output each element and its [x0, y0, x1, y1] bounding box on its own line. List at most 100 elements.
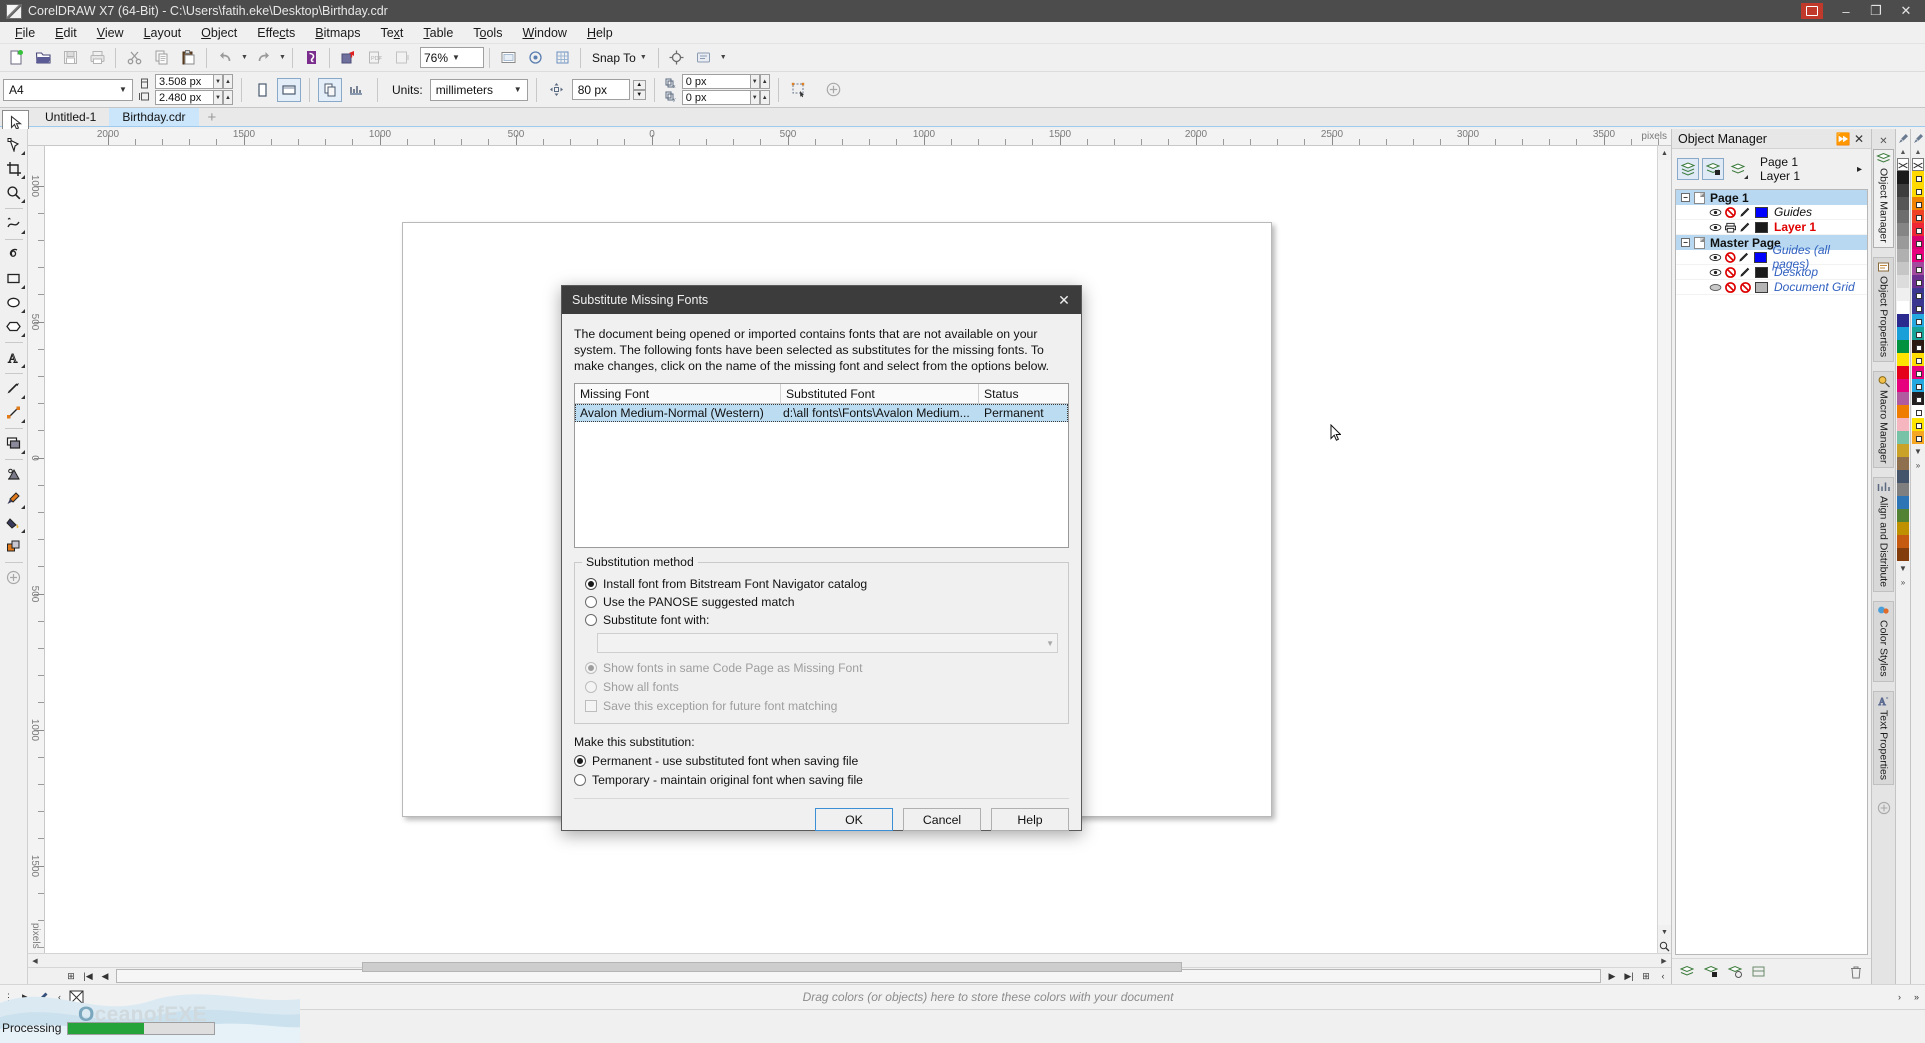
palette1-swatch[interactable] [1897, 340, 1909, 353]
scroll-up-button[interactable]: ▲ [1658, 146, 1671, 160]
duplicate-x-down[interactable]: ▼ [750, 74, 760, 89]
export-button[interactable] [335, 46, 361, 70]
tree-group-page-1[interactable]: −Page 1 [1676, 190, 1867, 205]
layer-row-guides-all-pages-[interactable]: Guides (all pages) [1676, 250, 1867, 265]
column-header-missing-font[interactable]: Missing Font [575, 384, 781, 403]
minimize-button[interactable]: – [1831, 1, 1861, 22]
rail-close-icon[interactable]: ✕ [1873, 133, 1895, 149]
palette1-swatch[interactable] [1897, 275, 1909, 288]
palette2-swatch[interactable] [1912, 210, 1924, 223]
expander-icon[interactable]: − [1681, 193, 1690, 202]
docker-tab-object-properties[interactable]: Object Properties [1873, 257, 1894, 362]
duplicate-y-up[interactable]: ▲ [760, 90, 770, 105]
palette1-swatch[interactable] [1897, 327, 1909, 340]
palette2-swatch[interactable] [1912, 223, 1924, 236]
document-tab-birthday-cdr[interactable]: Birthday.cdr [109, 108, 198, 126]
close-button[interactable]: ✕ [1891, 1, 1921, 22]
nudge-distance-input[interactable]: 80 px [572, 79, 630, 100]
palette1-swatch[interactable] [1897, 210, 1909, 223]
palette1-swatch[interactable] [1897, 405, 1909, 418]
layer-color-swatch[interactable] [1755, 282, 1768, 293]
palette1-swatch[interactable] [1897, 301, 1909, 314]
palette2-swatch[interactable] [1912, 340, 1924, 353]
duplicate-y-input[interactable]: 0 px [682, 90, 750, 105]
palette2-swatch[interactable] [1912, 197, 1924, 210]
docker-layer-properties-button[interactable] [1725, 962, 1745, 982]
palette1-swatch[interactable] [1897, 171, 1909, 184]
palette1-swatch[interactable] [1897, 496, 1909, 509]
palette1-swatch[interactable] [1897, 548, 1909, 561]
document-palette[interactable]: ⋮ ▶ ‹ Drag colors (or objects) here to s… [0, 984, 1925, 1009]
scroll-down-button[interactable]: ▼ [1658, 925, 1671, 939]
publish-to-pdf-button[interactable]: PDF [362, 46, 388, 70]
palette1-swatch[interactable] [1897, 379, 1909, 392]
menu-item-window[interactable]: Window [512, 23, 576, 43]
color-palette-2[interactable]: ▲▼» [1910, 129, 1925, 984]
palette1-swatch[interactable] [1897, 236, 1909, 249]
layer-row-document-grid[interactable]: Document Grid [1676, 280, 1867, 295]
help-button[interactable]: Help [991, 808, 1069, 831]
palette1-swatch[interactable] [1897, 184, 1909, 197]
full-screen-preview-button[interactable] [495, 46, 521, 70]
radio-panose-match[interactable]: Use the PANOSE suggested match [585, 593, 1058, 611]
menu-item-view[interactable]: View [87, 23, 134, 43]
collapse-docker-icon[interactable]: ⏩ [1835, 132, 1851, 146]
docker-tab-color-styles[interactable]: Color Styles [1873, 601, 1894, 682]
palette1-expand[interactable]: » [1896, 575, 1910, 589]
page-height-up[interactable]: ▲ [223, 90, 233, 105]
palette1-swatch[interactable] [1897, 444, 1909, 457]
scroll-left-button[interactable]: ◀ [28, 954, 42, 968]
close-docker-icon[interactable]: ✕ [1851, 132, 1867, 146]
palette2-swatch[interactable] [1912, 288, 1924, 301]
undo-button[interactable] [212, 46, 238, 70]
last-page-icon[interactable]: ▶| [1621, 969, 1637, 984]
menu-item-text[interactable]: Text [370, 23, 413, 43]
vertical-ruler[interactable]: pixels 10005000500100015002000 [28, 146, 45, 953]
palette1-no-color-swatch[interactable] [1897, 158, 1909, 171]
palette2-swatch[interactable] [1912, 262, 1924, 275]
palette2-swatch[interactable] [1912, 249, 1924, 262]
duplicate-x-up[interactable]: ▲ [760, 74, 770, 89]
horizontal-scrollbar[interactable]: ◀ ▶ [28, 953, 1671, 967]
tool-quick-customize[interactable] [2, 566, 26, 589]
palette2-swatch[interactable] [1912, 431, 1924, 444]
layer-color-swatch[interactable] [1755, 267, 1768, 278]
radio-install-font-bitstream[interactable]: Install font from Bitstream Font Navigat… [585, 575, 1058, 593]
layer-color-swatch[interactable] [1755, 222, 1768, 233]
prev-page-icon[interactable]: ◀ [97, 969, 113, 984]
close-icon[interactable]: ✕ [1049, 287, 1079, 313]
quick-customize-button[interactable] [822, 78, 846, 102]
palette1-swatch[interactable] [1897, 457, 1909, 470]
orientation-portrait-button[interactable] [250, 78, 274, 102]
tool-polygon[interactable] [2, 315, 26, 338]
menu-item-edit[interactable]: Edit [45, 23, 87, 43]
zoom-to-fit-button[interactable] [1658, 939, 1671, 953]
radio-substitute-font-with[interactable]: Substitute font with: [585, 611, 1058, 629]
palette1-scroll-down[interactable]: ▼ [1896, 561, 1910, 575]
menu-item-table[interactable]: Table [413, 23, 463, 43]
palette2-swatch[interactable] [1912, 314, 1924, 327]
tool-straight-line-connector[interactable] [2, 401, 26, 424]
page-height-input[interactable]: 2.480 px [155, 90, 213, 105]
tool-ellipse[interactable] [2, 291, 26, 314]
palette1-swatch[interactable] [1897, 288, 1909, 301]
palette1-swatch[interactable] [1897, 262, 1909, 275]
prev-icon[interactable]: ‹ [51, 987, 68, 1007]
current-page-button[interactable] [345, 78, 369, 102]
palette1-swatch[interactable] [1897, 483, 1909, 496]
docker-tab-align-and-distribute[interactable]: Align and Distribute [1873, 477, 1894, 592]
palette1-swatch[interactable] [1897, 431, 1909, 444]
eyedropper-icon[interactable] [34, 987, 51, 1007]
tool-shape[interactable] [2, 133, 26, 156]
nudge-down[interactable]: ▼ [633, 90, 646, 100]
add-document-tab-button[interactable]: + [199, 108, 226, 126]
vertical-scrollbar[interactable]: ▲ ▼ [1657, 146, 1671, 953]
page-height-down[interactable]: ▼ [213, 90, 223, 105]
tool-zoom[interactable] [2, 181, 26, 204]
tool-drop-shadow[interactable] [2, 432, 26, 455]
next-icon[interactable]: › [1891, 987, 1908, 1007]
docker-new-layer-button[interactable] [1677, 962, 1697, 982]
missing-fonts-table[interactable]: Missing Font Substituted Font Status Ava… [574, 383, 1069, 548]
horizontal-scroll-thumb[interactable] [362, 962, 1182, 972]
palette1-swatch[interactable] [1897, 470, 1909, 483]
